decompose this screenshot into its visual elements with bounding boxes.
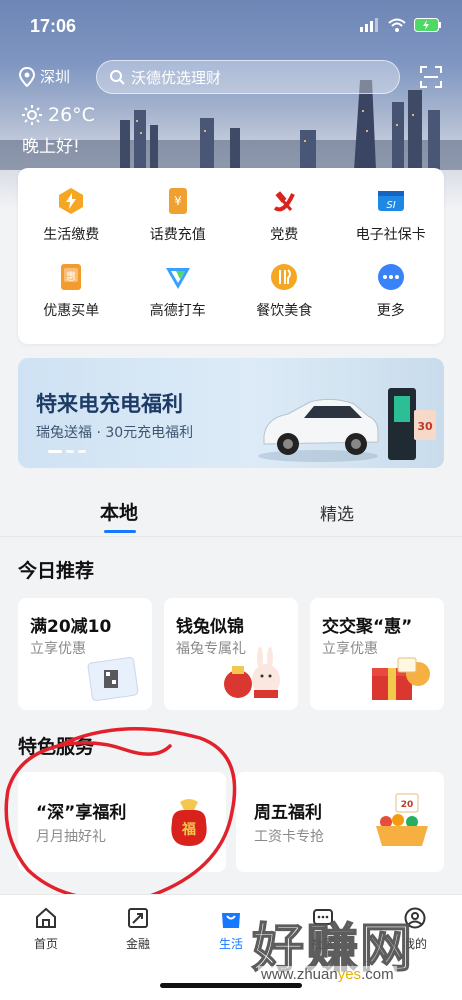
recommend-card-title: 满20减10	[30, 617, 112, 637]
temperature: 26°C	[48, 104, 95, 126]
sun-icon	[22, 105, 42, 125]
service-label: 生活缴费	[43, 227, 100, 243]
svg-text:¥: ¥	[174, 194, 182, 208]
service-label: 话费充值	[149, 227, 206, 243]
banner-subtitle: 瑞兔送福 · 30元充电福利	[36, 425, 194, 441]
location-pin-icon	[18, 66, 36, 87]
service-label: 优惠买单	[43, 303, 100, 319]
recommend-card-subtitle: 立享优惠	[30, 641, 86, 657]
active-tab-indicator	[104, 530, 136, 533]
wifi-icon	[388, 18, 406, 32]
promo-banner[interactable]: 特来电充电福利 瑞兔送福 · 30元充电福利 30	[18, 358, 444, 468]
service-grid-card: 生活缴费 ¥ 话费充值 党费 SI 电子社保卡 惠 优惠买单 高德打车 餐饮美食…	[18, 168, 444, 344]
service-label: 党费	[270, 227, 299, 243]
greeting-text: 晚上好!	[22, 137, 80, 157]
recommend-card-title: 交交聚“惠”	[322, 617, 413, 637]
signal-icon	[360, 18, 378, 32]
status-time: 17:06	[30, 16, 77, 36]
shopping-basket-image: 20	[376, 793, 428, 846]
content-tabs: 本地 精选	[0, 490, 462, 534]
recommend-card-1[interactable]: 满20减10 立享优惠	[18, 598, 152, 710]
rabbit-gift-image	[224, 647, 280, 698]
discount-icon: 惠	[56, 262, 86, 292]
home-indicator	[160, 983, 302, 988]
yen-card-icon: ¥	[163, 186, 193, 216]
service-label: 电子社保卡	[355, 227, 426, 243]
service-label: 高德打车	[149, 303, 206, 319]
featured-card-subtitle: 月月抽好礼	[36, 829, 106, 845]
service-more[interactable]: 更多	[338, 262, 445, 320]
scan-icon[interactable]	[420, 66, 442, 88]
tab-divider	[0, 536, 462, 537]
location-selector[interactable]: 深圳	[18, 66, 70, 87]
coupon-image	[87, 657, 139, 701]
banner-badge: 30	[417, 420, 433, 433]
watermark-url: www.zhuanyes.com	[258, 966, 397, 983]
service-label: 更多	[376, 303, 405, 319]
featured-card-subtitle: 工资卡专抢	[254, 829, 324, 845]
food-icon	[269, 262, 299, 292]
nav-home[interactable]: 首页	[11, 907, 81, 952]
banner-pagination	[48, 450, 86, 453]
featured-card-shenzhen-benefit[interactable]: “深”享福利 月月抽好礼 福	[18, 772, 226, 872]
life-bag-icon	[222, 913, 240, 928]
gift-box-image	[372, 657, 430, 700]
svg-text:SI: SI	[386, 200, 395, 211]
service-phone-topup[interactable]: ¥ 话费充值	[125, 186, 232, 244]
status-icons	[360, 18, 442, 32]
banner-title: 特来电充电福利	[36, 392, 183, 416]
featured-card-title: “深”享福利	[36, 803, 127, 823]
nav-label: 金融	[125, 937, 150, 951]
service-grid: 生活缴费 ¥ 话费充值 党费 SI 电子社保卡 惠 优惠买单 高德打车 餐饮美食…	[18, 186, 444, 320]
featured-card-friday-benefit[interactable]: 周五福利 工资卡专抢 20	[236, 772, 444, 872]
status-bar: 17:06	[0, 14, 462, 44]
weather-widget: 26°C	[22, 104, 95, 126]
nav-label: 首页	[33, 937, 58, 951]
nav-finance[interactable]: 金融	[103, 907, 173, 952]
service-food[interactable]: 餐饮美食	[231, 262, 338, 320]
service-bill-payment[interactable]: 生活缴费	[18, 186, 125, 244]
home-icon	[36, 907, 56, 928]
lightning-icon	[56, 186, 86, 216]
finance-icon	[128, 908, 148, 928]
lucky-bag-text: 福	[181, 821, 196, 838]
car-charger-image: 30	[258, 388, 436, 462]
today-section-title: 今日推荐	[18, 560, 95, 582]
si-card-icon: SI	[376, 186, 406, 216]
search-icon	[110, 70, 125, 85]
location-label: 深圳	[40, 68, 71, 86]
tab-selected[interactable]: 精选	[320, 500, 354, 525]
gaode-icon	[163, 262, 193, 292]
search-input[interactable]: 沃德优选理财	[96, 60, 400, 94]
recommend-card-2[interactable]: 钱兔似锦 福兔专属礼	[164, 598, 298, 710]
featured-card-title: 周五福利	[254, 803, 322, 823]
svg-text:惠: 惠	[66, 270, 76, 283]
nav-label: 生活	[218, 937, 243, 951]
service-label: 餐饮美食	[256, 303, 313, 319]
search-placeholder: 沃德优选理财	[131, 68, 222, 87]
basket-card-text: 20	[401, 800, 414, 810]
recommend-card-title: 钱兔似锦	[176, 617, 244, 637]
lucky-bag-image: 福	[171, 799, 207, 846]
more-icon	[376, 262, 406, 292]
service-party-fee[interactable]: 党费	[231, 186, 338, 244]
service-gaode-taxi[interactable]: 高德打车	[125, 262, 232, 320]
service-social-security[interactable]: SI 电子社保卡	[338, 186, 445, 244]
recommend-card-3[interactable]: 交交聚“惠” 立享优惠	[310, 598, 444, 710]
service-discount-pay[interactable]: 惠 优惠买单	[18, 262, 125, 320]
battery-icon	[414, 18, 441, 32]
tab-local[interactable]: 本地	[100, 498, 138, 525]
party-emblem-icon	[269, 186, 299, 216]
featured-section-title: 特色服务	[18, 736, 95, 758]
